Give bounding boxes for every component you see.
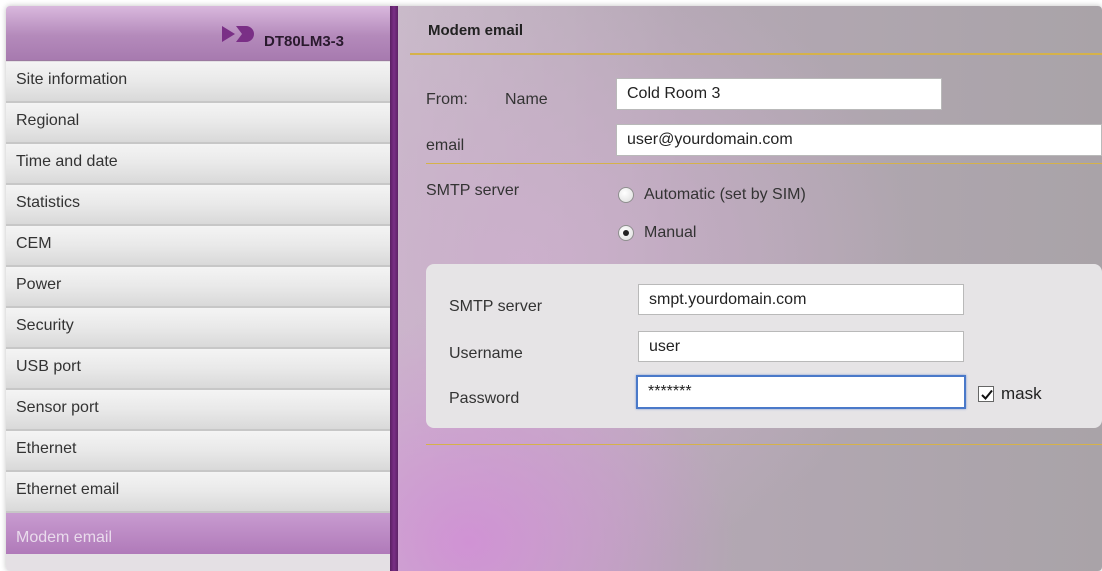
sidebar-item-label: Ethernet email — [16, 481, 120, 498]
username-field[interactable] — [638, 331, 964, 362]
sidebar-item-ethernet-email[interactable]: Ethernet email — [6, 472, 390, 513]
smtp-server-label: SMTP server — [426, 182, 520, 199]
sidebar-item-time-and-date[interactable]: Time and date — [6, 144, 390, 185]
name-field[interactable] — [616, 78, 942, 110]
sidebar-item-usb-port[interactable]: USB port — [6, 349, 390, 390]
panel-divider — [426, 444, 1102, 445]
sidebar-item-power[interactable]: Power — [6, 267, 390, 308]
mask-check-box[interactable] — [978, 386, 994, 402]
panel-server-label: SMTP server — [449, 298, 543, 315]
sidebar-item-label: CEM — [16, 235, 52, 252]
sidebar-item-ethernet[interactable]: Ethernet — [6, 431, 390, 472]
device-header: DT80LM3-3 — [6, 6, 390, 61]
sidebar: DT80LM3-3 Site information Regional Time… — [6, 6, 390, 571]
sidebar-item-label: Time and date — [16, 153, 118, 170]
sidebar-item-label: Power — [16, 276, 62, 293]
sidebar-item-security[interactable]: Security — [6, 308, 390, 349]
password-label: Password — [449, 390, 520, 407]
sidebar-item-site-information[interactable]: Site information — [6, 62, 390, 103]
from-divider — [426, 163, 1102, 164]
sidebar-item-regional[interactable]: Regional — [6, 103, 390, 144]
from-label: From: — [426, 91, 468, 108]
sidebar-item-label: Sensor port — [16, 399, 99, 416]
mask-label: mask — [1001, 384, 1042, 403]
radio-manual[interactable] — [618, 225, 634, 241]
smtp-server-field[interactable] — [638, 284, 964, 315]
sidebar-item-statistics[interactable]: Statistics — [6, 185, 390, 226]
smtp-manual-radio[interactable]: Manual — [618, 224, 696, 242]
mask-checkbox[interactable]: mask — [978, 384, 1042, 404]
sidebar-item-label: Site information — [16, 71, 128, 88]
sidebar-item-sensor-port[interactable]: Sensor port — [6, 390, 390, 431]
sidebar-item-label: Regional — [16, 112, 80, 129]
smtp-settings-panel: SMTP server Username Password mask — [426, 264, 1102, 428]
username-label: Username — [449, 345, 523, 362]
sidebar-item-label: Modem email — [16, 529, 113, 546]
device-name: DT80LM3-3 — [264, 33, 345, 50]
title-divider — [410, 53, 1102, 55]
nav-list: Site information Regional Time and date … — [6, 62, 390, 554]
sidebar-divider — [390, 6, 398, 571]
sidebar-item-modem-email[interactable]: Modem email — [6, 513, 390, 554]
config-window: DT80LM3-3 Site information Regional Time… — [6, 6, 1102, 571]
sidebar-item-label: USB port — [16, 358, 81, 375]
sidebar-item-cem[interactable]: CEM — [6, 226, 390, 267]
page-title: Modem email — [428, 22, 524, 39]
radio-automatic[interactable] — [618, 187, 634, 203]
main-panel: Modem email From: Name email SMTP server… — [398, 6, 1102, 571]
manual-label: Manual — [644, 224, 697, 241]
email-field[interactable] — [616, 124, 1102, 156]
name-label: Name — [505, 91, 548, 108]
sidebar-item-label: Ethernet — [16, 440, 77, 457]
sidebar-item-label: Statistics — [16, 194, 81, 211]
check-icon — [981, 389, 993, 400]
password-field[interactable] — [636, 375, 966, 409]
email-label: email — [426, 137, 465, 154]
smtp-automatic-radio[interactable]: Automatic (set by SIM) — [618, 186, 806, 204]
sidebar-item-label: Security — [16, 317, 74, 334]
dt-logo-icon — [222, 26, 254, 42]
automatic-label: Automatic (set by SIM) — [644, 186, 806, 203]
